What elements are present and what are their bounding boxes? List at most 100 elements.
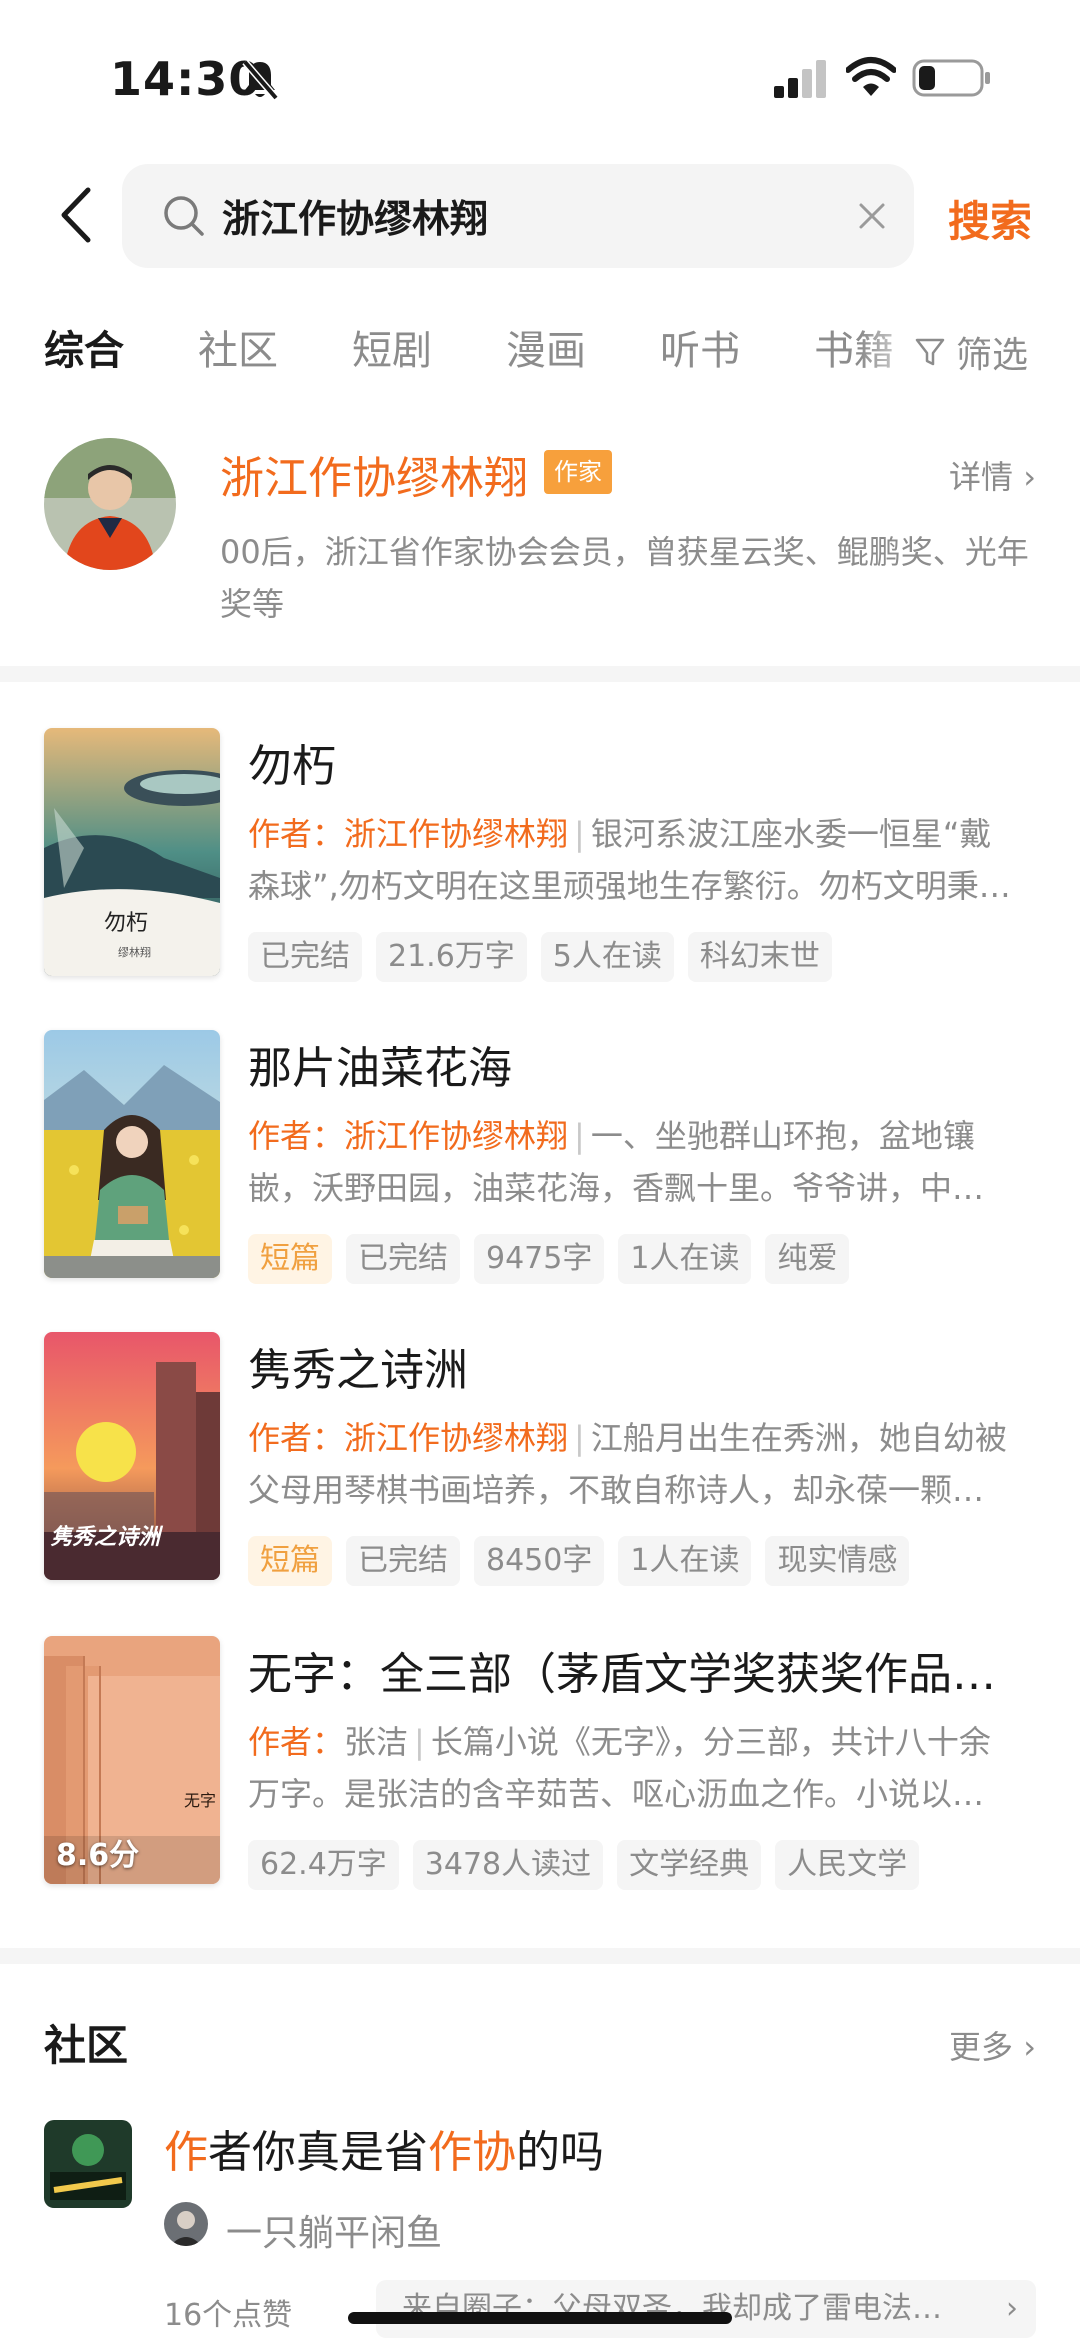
book-tag: 62.4万字 bbox=[248, 1840, 399, 1890]
book-tag: 已完结 bbox=[248, 932, 362, 982]
author-prefix: 作者： bbox=[248, 1723, 345, 1761]
post-title-part: 作 bbox=[164, 2127, 208, 2178]
community-section-title: 社区 bbox=[44, 2021, 129, 2070]
book-tag: 科幻末世 bbox=[687, 932, 832, 982]
book-tags: 62.4万字 3478人读过 文学经典 人民文学 bbox=[248, 1840, 920, 1890]
book-summary-line1: 长篇小说《无字》，分三部，共计八十余 bbox=[430, 1723, 991, 1761]
chevron-right-icon: › bbox=[1023, 2028, 1036, 2066]
wifi-icon bbox=[846, 57, 896, 96]
book-cover: 隽秀之诗洲 bbox=[44, 1332, 220, 1580]
cover-title: 勿朽 bbox=[104, 911, 148, 936]
post-title-part: 者你真是省 bbox=[208, 2127, 428, 2178]
tab-comprehensive[interactable]: 综合 bbox=[44, 318, 124, 376]
tab-community[interactable]: 社区 bbox=[198, 318, 278, 376]
clear-icon[interactable] bbox=[856, 200, 888, 232]
book-title[interactable]: 隽秀之诗洲 bbox=[248, 1334, 1038, 1398]
book-rating: 8.6分 bbox=[56, 1838, 140, 1873]
book-tags: 短篇 已完结 9475字 1人在读 纯爱 bbox=[248, 1234, 850, 1284]
book-tag: 人民文学 bbox=[775, 1840, 920, 1890]
tab-comics[interactable]: 漫画 bbox=[506, 318, 586, 376]
search-query[interactable]: 浙江作协缪林翔 bbox=[222, 188, 488, 243]
section-divider bbox=[0, 1948, 1080, 1964]
author-prefix: 作者： bbox=[248, 1117, 345, 1155]
post-thumbnail[interactable] bbox=[44, 2120, 132, 2208]
book-item[interactable]: 隽秀之诗洲 隽秀之诗洲 作者：浙江作协缪林翔 | 江船月出生在秀洲，她自幼被 父母用… bbox=[0, 1332, 1080, 1612]
book-title[interactable]: 那片油菜花海 bbox=[248, 1032, 1038, 1096]
meta-separator: | bbox=[574, 1117, 585, 1155]
book-summary-line1: 银河系波江座水委一恒星“戴 bbox=[590, 815, 992, 853]
post-source-chip[interactable]: 来自圈子：父母双圣，我却成了雷电法… › bbox=[376, 2280, 1036, 2338]
post-title-part: 作协 bbox=[428, 2127, 516, 2178]
cover-author: 缪林翔 bbox=[118, 945, 151, 959]
community-more-link[interactable]: 更多 › bbox=[949, 2022, 1036, 2068]
book-tag: 已完结 bbox=[346, 1234, 460, 1284]
book-tag: 已完结 bbox=[346, 1536, 460, 1586]
book-tag: 3478人读过 bbox=[412, 1840, 604, 1890]
book-title[interactable]: 勿朽 bbox=[248, 730, 1038, 794]
book-tag-highlight: 短篇 bbox=[248, 1536, 332, 1586]
tab-short-drama[interactable]: 短剧 bbox=[352, 318, 432, 376]
book-title[interactable]: 无字：全三部（茅盾文学奖获奖作品… bbox=[248, 1638, 1038, 1702]
book-summary-line2: 森球”,勿朽文明在这里顽强地生存繁衍。勿朽文明秉… bbox=[248, 867, 1011, 905]
post-user-name[interactable]: 一只躺平闲鱼 bbox=[226, 2204, 442, 2256]
book-author[interactable]: 张洁 bbox=[344, 1723, 408, 1761]
book-meta: 作者：浙江作协缪林翔 | 一、坐驰群山环抱，盆地镶 嵌，沃野田园，油菜花海，香飘十里… bbox=[248, 1110, 1038, 1214]
bell-muted-icon bbox=[242, 59, 279, 101]
detail-label: 详情 bbox=[949, 458, 1014, 496]
book-tag: 1人在读 bbox=[618, 1536, 752, 1586]
signal-icon bbox=[774, 60, 826, 98]
meta-separator: | bbox=[574, 815, 585, 853]
author-name[interactable]: 浙江作协缪林翔 bbox=[220, 442, 528, 506]
book-summary-line2: 万字。是张洁的含辛茹苦、呕心沥血之作。小说以… bbox=[248, 1775, 985, 1813]
book-author[interactable]: 浙江作协缪林翔 bbox=[344, 1117, 568, 1155]
book-tag: 1人在读 bbox=[618, 1234, 752, 1284]
meta-separator: | bbox=[414, 1723, 425, 1761]
back-arrow-icon[interactable] bbox=[56, 186, 96, 244]
book-tags: 已完结 21.6万字 5人在读 科幻末世 bbox=[248, 932, 832, 982]
post-likes: 16个点赞 bbox=[164, 2298, 293, 2333]
post-title[interactable]: 作者你真是省作协的吗 bbox=[164, 2116, 604, 2180]
book-tag-highlight: 短篇 bbox=[248, 1234, 332, 1284]
book-tag: 5人在读 bbox=[540, 932, 674, 982]
author-card[interactable]: 浙江作协缪林翔 作家 详情 › 00后，浙江省作家协会会员，曾获星云奖、鲲鹏奖、… bbox=[0, 430, 1080, 660]
book-cover bbox=[44, 1030, 220, 1278]
status-bar: 14:30 bbox=[0, 0, 1080, 150]
author-badge: 作家 bbox=[544, 450, 612, 494]
category-tabs: 综合 社区 短剧 漫画 听书 书籍 筛选 bbox=[0, 318, 1080, 388]
book-summary-line2: 父母用琴棋书画培养，不敢自称诗人，却永葆一颗… bbox=[248, 1471, 985, 1509]
book-item[interactable]: 无字 8.6分 无字：全三部（茅盾文学奖获奖作品… 作者：张洁 | 长篇小说《无字》… bbox=[0, 1636, 1080, 1916]
search-icon bbox=[164, 196, 204, 236]
book-tag: 21.6万字 bbox=[376, 932, 527, 982]
cover-title: 隽秀之诗洲 bbox=[50, 1524, 164, 1550]
book-tag: 文学经典 bbox=[617, 1840, 762, 1890]
book-cover: 无字 8.6分 bbox=[44, 1636, 220, 1884]
book-summary-line1: 江船月出生在秀洲，她自幼被 bbox=[590, 1419, 1007, 1457]
book-tag: 纯爱 bbox=[765, 1234, 850, 1284]
search-button[interactable]: 搜索 bbox=[948, 188, 1032, 249]
book-item[interactable]: 那片油菜花海 作者：浙江作协缪林翔 | 一、坐驰群山环抱，盆地镶 嵌，沃野田园，油菜… bbox=[0, 1030, 1080, 1310]
search-input[interactable]: 浙江作协缪林翔 bbox=[122, 164, 914, 268]
book-tag: 9475字 bbox=[474, 1234, 605, 1284]
book-summary-line2: 嵌，沃野田园，油菜花海，香飘十里。爷爷讲，中… bbox=[248, 1169, 985, 1207]
more-label: 更多 bbox=[949, 2028, 1014, 2066]
book-tags: 短篇 已完结 8450字 1人在读 现实情感 bbox=[248, 1536, 910, 1586]
book-meta: 作者：张洁 | 长篇小说《无字》，分三部，共计八十余 万字。是张洁的含辛茹苦、呕心沥… bbox=[248, 1716, 1038, 1820]
book-item[interactable]: 勿朽 缪林翔 勿朽 作者：浙江作协缪林翔 | 银河系波江座水委一恒星“戴 森球”,勿… bbox=[0, 728, 1080, 1008]
book-meta: 作者：浙江作协缪林翔 | 银河系波江座水委一恒星“戴 森球”,勿朽文明在这里顽强地生… bbox=[248, 808, 1038, 912]
filter-icon bbox=[915, 338, 945, 366]
author-detail-link[interactable]: 详情 › bbox=[949, 452, 1036, 498]
book-tag: 现实情感 bbox=[765, 1536, 910, 1586]
user-avatar[interactable] bbox=[164, 2202, 208, 2246]
meta-separator: | bbox=[574, 1419, 585, 1457]
book-cover: 勿朽 缪林翔 bbox=[44, 728, 220, 976]
filter-button[interactable]: 筛选 bbox=[914, 322, 1028, 382]
post-title-part: 的吗 bbox=[516, 2127, 604, 2178]
home-indicator[interactable] bbox=[348, 2312, 732, 2324]
chevron-right-icon: › bbox=[1006, 2291, 1018, 2326]
status-time: 14:30 bbox=[110, 52, 262, 106]
author-avatar bbox=[44, 438, 176, 570]
book-author[interactable]: 浙江作协缪林翔 bbox=[344, 1419, 568, 1457]
book-author[interactable]: 浙江作协缪林翔 bbox=[344, 815, 568, 853]
battery-icon bbox=[912, 59, 990, 97]
tab-audiobooks[interactable]: 听书 bbox=[660, 318, 740, 376]
